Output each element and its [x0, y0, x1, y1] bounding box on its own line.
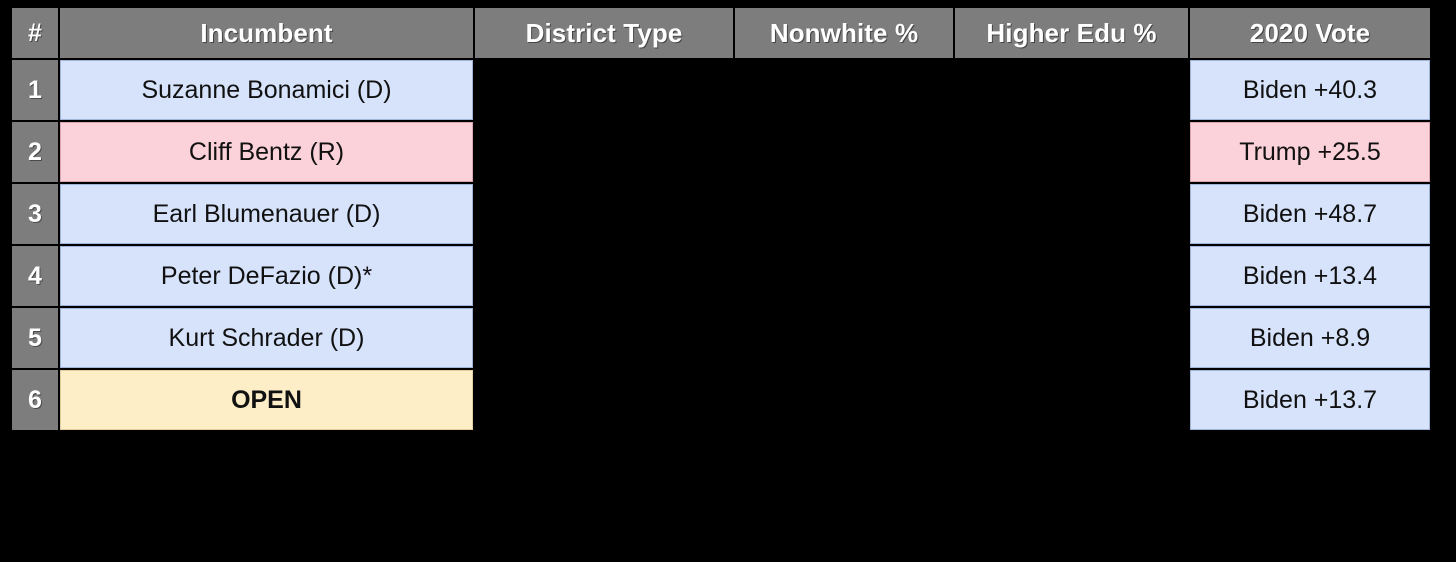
incumbent-cell: Cliff Bentz (R)	[60, 122, 473, 182]
table-row: 3 Earl Blumenauer (D) Biden +48.7	[12, 184, 1430, 244]
nonwhite-pct-cell	[735, 60, 953, 120]
congressional-districts-table: # Incumbent District Type Nonwhite % Hig…	[10, 6, 1432, 432]
row-number-cell: 4	[12, 246, 58, 306]
row-number-cell: 3	[12, 184, 58, 244]
district-type-cell	[475, 308, 733, 368]
screenshot-canvas: # Incumbent District Type Nonwhite % Hig…	[0, 0, 1456, 562]
incumbent-cell: Kurt Schrader (D)	[60, 308, 473, 368]
vote-2020-cell: Biden +48.7	[1190, 184, 1430, 244]
higher-edu-pct-cell	[955, 308, 1188, 368]
table-header: # Incumbent District Type Nonwhite % Hig…	[12, 8, 1430, 58]
vote-2020-cell: Biden +40.3	[1190, 60, 1430, 120]
row-number-cell: 6	[12, 370, 58, 430]
incumbent-cell: Peter DeFazio (D)*	[60, 246, 473, 306]
header-row: # Incumbent District Type Nonwhite % Hig…	[12, 8, 1430, 58]
higher-edu-pct-cell	[955, 370, 1188, 430]
incumbent-cell: Suzanne Bonamici (D)	[60, 60, 473, 120]
table-row: 6 OPEN Biden +13.7	[12, 370, 1430, 430]
vote-2020-cell: Biden +8.9	[1190, 308, 1430, 368]
nonwhite-pct-cell	[735, 122, 953, 182]
column-header-higher-edu-pct[interactable]: Higher Edu %	[955, 8, 1188, 58]
higher-edu-pct-cell	[955, 60, 1188, 120]
vote-2020-cell: Biden +13.4	[1190, 246, 1430, 306]
higher-edu-pct-cell	[955, 122, 1188, 182]
district-type-cell	[475, 184, 733, 244]
incumbent-cell: Earl Blumenauer (D)	[60, 184, 473, 244]
nonwhite-pct-cell	[735, 184, 953, 244]
table-row: 4 Peter DeFazio (D)* Biden +13.4	[12, 246, 1430, 306]
table-row: 5 Kurt Schrader (D) Biden +8.9	[12, 308, 1430, 368]
higher-edu-pct-cell	[955, 184, 1188, 244]
column-header-district-type[interactable]: District Type	[475, 8, 733, 58]
incumbent-cell: OPEN	[60, 370, 473, 430]
table-row: 1 Suzanne Bonamici (D) Biden +40.3	[12, 60, 1430, 120]
column-header-incumbent[interactable]: Incumbent	[60, 8, 473, 58]
row-number-cell: 5	[12, 308, 58, 368]
nonwhite-pct-cell	[735, 370, 953, 430]
nonwhite-pct-cell	[735, 246, 953, 306]
row-number-cell: 2	[12, 122, 58, 182]
table-row: 2 Cliff Bentz (R) Trump +25.5	[12, 122, 1430, 182]
column-header-number[interactable]: #	[12, 8, 58, 58]
district-type-cell	[475, 60, 733, 120]
nonwhite-pct-cell	[735, 308, 953, 368]
table-body: 1 Suzanne Bonamici (D) Biden +40.3 2 Cliff B…	[12, 60, 1430, 430]
column-header-2020-vote[interactable]: 2020 Vote	[1190, 8, 1430, 58]
vote-2020-cell: Biden +13.7	[1190, 370, 1430, 430]
district-type-cell	[475, 370, 733, 430]
district-type-cell	[475, 246, 733, 306]
row-number-cell: 1	[12, 60, 58, 120]
column-header-nonwhite-pct[interactable]: Nonwhite %	[735, 8, 953, 58]
higher-edu-pct-cell	[955, 246, 1188, 306]
vote-2020-cell: Trump +25.5	[1190, 122, 1430, 182]
district-type-cell	[475, 122, 733, 182]
